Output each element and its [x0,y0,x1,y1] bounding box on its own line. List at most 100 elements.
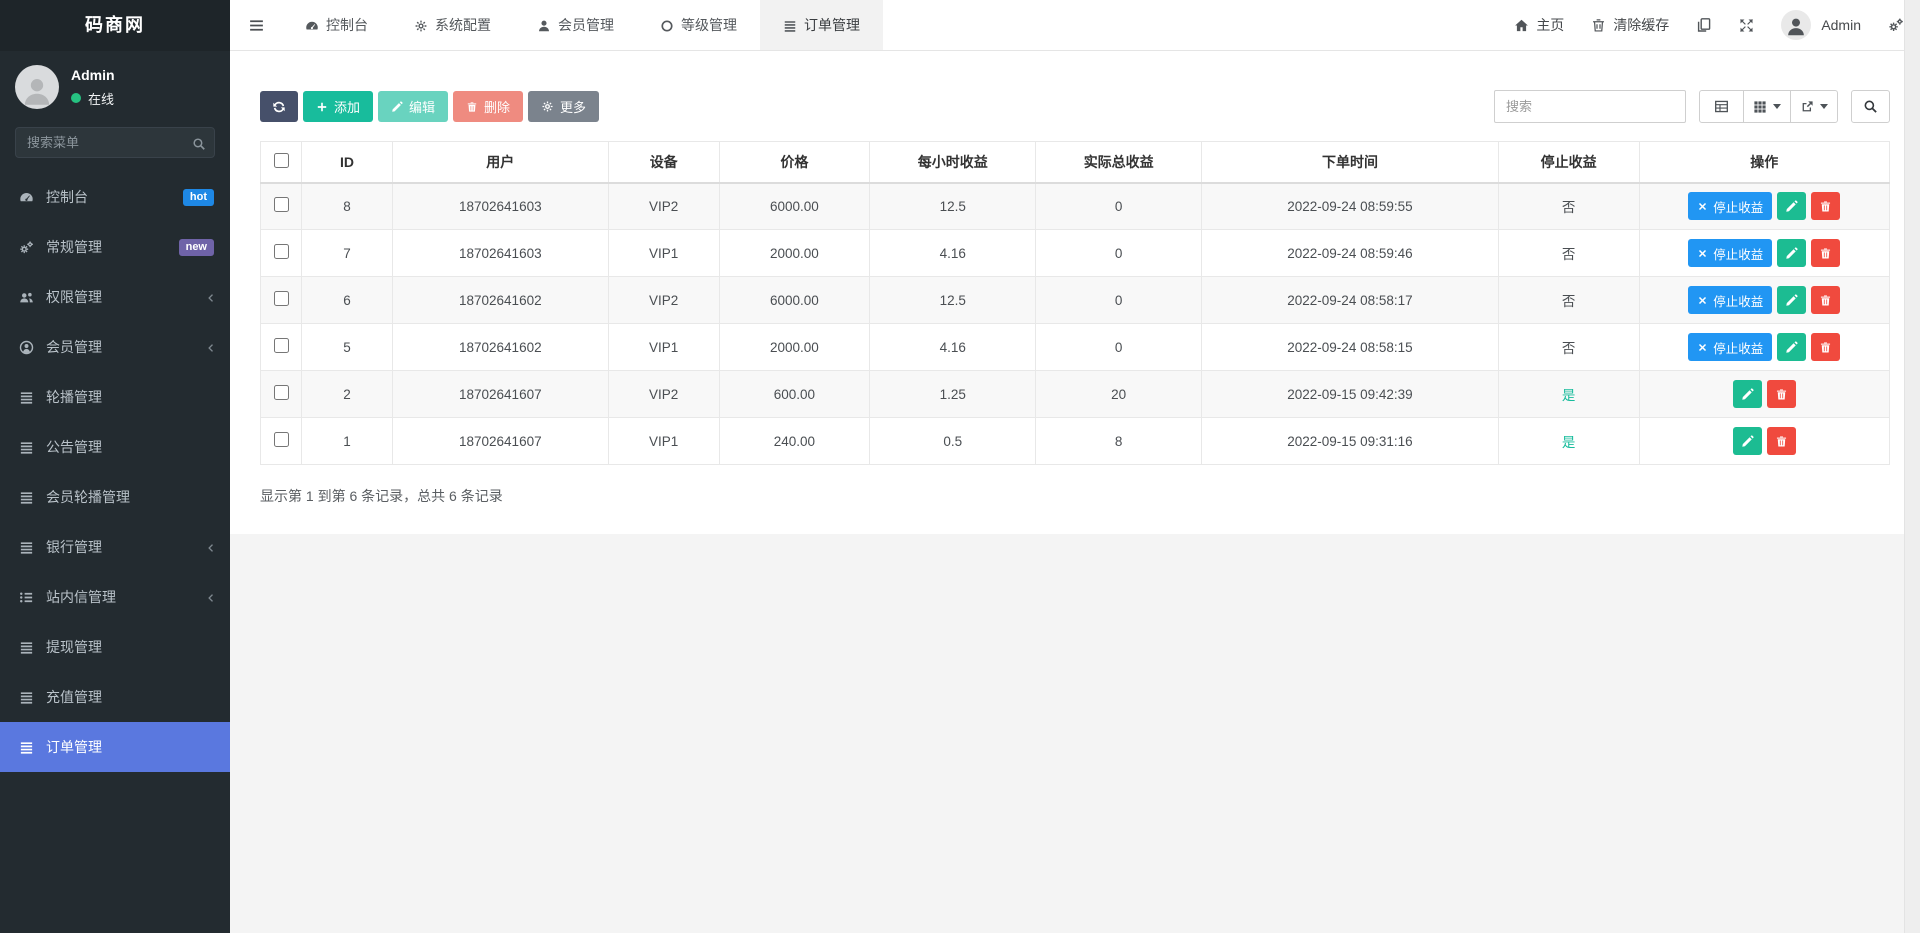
sidebar-item[interactable]: 控制台 hot [0,172,230,222]
delete-row-button[interactable] [1767,380,1796,408]
search-button[interactable] [1851,90,1890,123]
sidebar-item[interactable]: 权限管理 [0,272,230,322]
nav-tab[interactable]: 订单管理 [760,0,883,50]
x-icon [1697,201,1708,212]
edit-row-button[interactable] [1733,380,1762,408]
row-checkbox[interactable] [274,197,289,212]
toggle-view-button[interactable] [1699,90,1744,123]
person-icon [20,72,54,109]
cell-total-income: 20 [1036,371,1202,418]
table-search-input[interactable] [1494,90,1686,123]
navbar-username[interactable]: Admin [1821,17,1861,33]
delete-row-button[interactable] [1811,286,1840,314]
nav-tab[interactable]: 等级管理 [643,0,754,50]
sidebar-item[interactable]: 会员轮播管理 [0,472,230,522]
sidebar-item[interactable]: 站内信管理 [0,572,230,622]
edit-row-button[interactable] [1777,192,1806,220]
search-icon [192,135,206,153]
brand-logo: 码商网 [0,0,230,51]
edit-row-button[interactable] [1777,286,1806,314]
edit-row-button[interactable] [1777,333,1806,361]
edit-row-button[interactable] [1777,239,1806,267]
export-icon [1800,100,1814,114]
sidebar-item[interactable]: 提现管理 [0,622,230,672]
row-checkbox[interactable] [274,338,289,353]
orders-table: ID用户设备价格每小时收益实际总收益下单时间停止收益操作 8 187026416… [260,141,1890,465]
nav-tab[interactable]: 控制台 [288,0,385,50]
sidebar-item[interactable]: 充值管理 [0,672,230,722]
columns-button[interactable] [1743,90,1791,123]
column-header[interactable]: 用户 [392,142,608,183]
column-header[interactable]: 每小时收益 [870,142,1036,183]
column-header[interactable]: 停止收益 [1498,142,1639,183]
select-all-checkbox[interactable] [274,153,289,168]
row-checkbox[interactable] [274,291,289,306]
fullscreen-button[interactable] [1739,18,1754,33]
cell-order-time: 2022-09-24 08:58:17 [1202,277,1499,324]
cell-id: 6 [302,277,392,324]
column-header[interactable]: 实际总收益 [1036,142,1202,183]
chevron-left-icon [205,539,217,555]
delete-button-disabled[interactable]: 删除 [453,91,523,122]
sidebar-item[interactable]: 银行管理 [0,522,230,572]
navbar-avatar[interactable] [1781,10,1811,40]
delete-row-button[interactable] [1811,333,1840,361]
row-checkbox[interactable] [274,385,289,400]
cell-total-income: 0 [1036,277,1202,324]
nav-tab[interactable]: 会员管理 [520,0,631,50]
column-header[interactable]: 操作 [1639,142,1889,183]
user-panel: Admin 在线 [0,51,230,119]
sidebar-item[interactable]: 公告管理 [0,422,230,472]
list-icon [18,389,35,406]
delete-row-button[interactable] [1811,239,1840,267]
edit-button-disabled[interactable]: 编辑 [378,91,448,122]
sidebar-item[interactable]: 常规管理 new [0,222,230,272]
cell-device: VIP2 [608,277,719,324]
chevron-left-icon [205,289,217,305]
edit-row-button[interactable] [1733,427,1762,455]
column-header[interactable]: 价格 [719,142,870,183]
export-button[interactable] [1790,90,1838,123]
home-link[interactable]: 主页 [1514,15,1564,35]
stop-income-button[interactable]: 停止收益 [1688,192,1772,220]
trash-icon [1819,341,1832,354]
caret-down-icon [1773,104,1781,109]
navbar-right: 主页 清除缓存 Admin [1487,0,1920,50]
sidebar-item[interactable]: 订单管理 [0,722,230,772]
hamburger-icon[interactable] [230,0,282,50]
sidebar-item[interactable]: 会员管理 [0,322,230,372]
column-header[interactable]: 下单时间 [1202,142,1499,183]
scrollbar[interactable] [1904,0,1920,933]
stop-income-button[interactable]: 停止收益 [1688,286,1772,314]
stop-income-button[interactable]: 停止收益 [1688,239,1772,267]
chevron-left-icon [205,339,217,355]
row-checkbox[interactable] [274,432,289,447]
nav-tab[interactable]: 系统配置 [397,0,508,50]
more-button[interactable]: 更多 [528,91,599,122]
sidebar-item[interactable]: 轮播管理 [0,372,230,422]
stop-income-button[interactable]: 停止收益 [1688,333,1772,361]
add-button[interactable]: 添加 [303,91,373,122]
sidebar-item-label: 会员轮播管理 [46,487,217,507]
menu-search-input[interactable] [15,127,215,158]
settings-button[interactable] [1888,17,1904,33]
refresh-button[interactable] [260,91,298,122]
docs-button[interactable] [1696,17,1712,33]
column-header[interactable]: 设备 [608,142,719,183]
cell-order-time: 2022-09-24 08:59:55 [1202,183,1499,230]
cell-price: 2000.00 [719,230,870,277]
gear-icon [541,100,554,113]
cell-total-income: 0 [1036,183,1202,230]
sidebar-item-label: 控制台 [46,187,183,207]
clear-cache-link[interactable]: 清除缓存 [1591,15,1669,35]
row-checkbox[interactable] [274,244,289,259]
delete-row-button[interactable] [1767,427,1796,455]
cell-price: 6000.00 [719,277,870,324]
sidebar-item-label: 银行管理 [46,537,205,557]
nav-tab-label: 会员管理 [558,15,614,35]
column-header[interactable]: ID [302,142,392,183]
cell-device: VIP1 [608,324,719,371]
delete-row-button[interactable] [1811,192,1840,220]
cell-stopped: 是 [1498,418,1639,465]
sidebar-item-label: 提现管理 [46,637,217,657]
